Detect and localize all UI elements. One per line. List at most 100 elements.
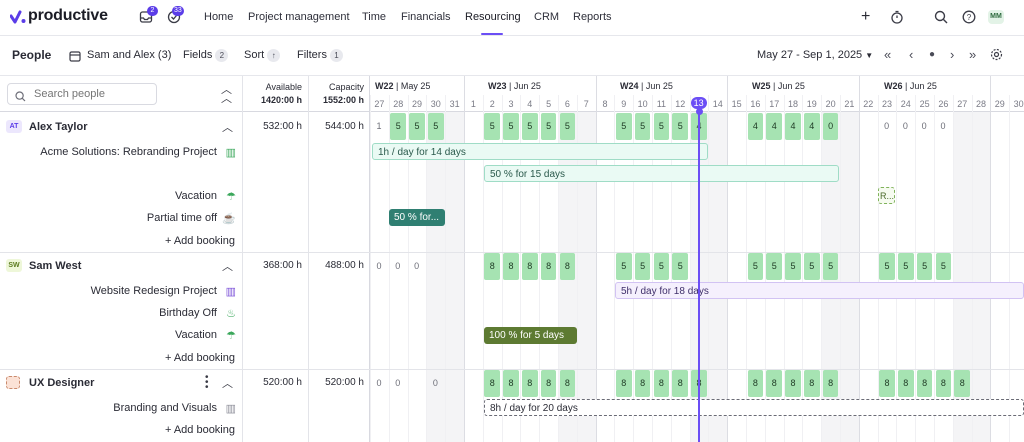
plus-icon[interactable]: + (861, 9, 870, 25)
daily-hours-cell[interactable]: 8 (503, 253, 519, 280)
booking-bar[interactable]: 1h / day for 14 days (372, 143, 708, 160)
daily-hours-cell[interactable]: 5 (935, 253, 952, 280)
available-column-header[interactable]: Available 1420:00 h (243, 82, 302, 105)
daily-hours-cell[interactable]: 5 (540, 113, 557, 140)
daily-hours-cell[interactable]: 4 (803, 113, 820, 140)
daily-hours-cell[interactable]: 8 (521, 253, 538, 280)
assignment-row-label[interactable]: Acme Solutions: Rebranding Project ▥ (0, 146, 236, 160)
person-name[interactable]: Sam West (29, 260, 81, 272)
assignment-row-label[interactable]: Birthday Off ♨ (0, 307, 236, 321)
search-icon[interactable] (934, 10, 948, 29)
assignment-row-label[interactable]: Website Redesign Project ▥ (0, 285, 236, 299)
chevron-right-icon[interactable]: › (950, 47, 954, 62)
logo-text[interactable]: productive (28, 7, 108, 25)
booking-bar[interactable]: 50 % for... (389, 209, 445, 226)
daily-hours-cell[interactable]: 8 (935, 370, 952, 397)
collapse-person-icon[interactable]: ︿ (222, 258, 233, 274)
daily-hours-cell[interactable]: 4 (785, 113, 801, 140)
saved-view-selector[interactable]: Sam and Alex (3) (87, 49, 171, 61)
daily-hours-cell[interactable]: 8 (484, 370, 501, 397)
search-people-field[interactable] (7, 83, 157, 105)
daily-hours-cell[interactable]: 8 (503, 370, 519, 397)
nav-reports[interactable]: Reports (573, 11, 612, 23)
nav-home[interactable]: Home (204, 11, 233, 23)
help-icon[interactable]: ? (962, 10, 976, 29)
collapse-person-icon[interactable]: ︿ (222, 119, 233, 135)
daily-hours-cell[interactable]: 5 (484, 113, 501, 140)
nav-crm[interactable]: CRM (534, 11, 559, 23)
daily-hours-cell[interactable]: 8 (559, 253, 576, 280)
daily-hours-cell[interactable]: 5 (672, 253, 689, 280)
booking-bar[interactable]: 50 % for 15 days (484, 165, 839, 182)
nav-time[interactable]: Time (362, 11, 386, 23)
daily-hours-cell[interactable]: 8 (521, 370, 538, 397)
daily-hours-cell[interactable]: 8 (916, 370, 933, 397)
assignment-row-label[interactable]: Vacation ☂ (0, 329, 236, 343)
daily-hours-cell[interactable]: 5 (615, 113, 632, 140)
daily-hours-cell[interactable]: 8 (822, 370, 839, 397)
daily-hours-cell[interactable]: 5 (559, 113, 576, 140)
daily-hours-cell[interactable]: 4 (747, 113, 764, 140)
collapse-person-icon[interactable]: ︿ (222, 375, 233, 391)
timer-icon[interactable] (890, 10, 904, 29)
daily-hours-cell[interactable]: 5 (747, 253, 764, 280)
more-options-icon[interactable]: • • • (205, 373, 209, 393)
daily-hours-cell[interactable]: 5 (653, 253, 670, 280)
fields-button[interactable]: Fields 2 (183, 49, 229, 62)
daily-hours-cell[interactable]: 5 (503, 113, 519, 140)
user-avatar[interactable]: MM (988, 10, 1004, 24)
daily-hours-cell[interactable]: 5 (634, 113, 651, 140)
daily-hours-cell[interactable]: 8 (615, 370, 632, 397)
daily-hours-cell[interactable]: 8 (559, 370, 576, 397)
daily-hours-cell[interactable]: 5 (427, 113, 444, 140)
date-range-picker[interactable]: May 27 - Sep 1, 2025 ▼ (757, 49, 873, 61)
daily-hours-cell[interactable]: 5 (803, 253, 820, 280)
daily-hours-cell[interactable]: 5 (615, 253, 632, 280)
daily-hours-cell[interactable]: 8 (540, 370, 557, 397)
add-booking-link[interactable]: + Add booking (130, 424, 235, 436)
daily-hours-cell[interactable]: 5 (879, 253, 895, 280)
assignment-row-label[interactable]: Partial time off ☕ (0, 212, 236, 226)
booking-bar[interactable]: 8h / day for 20 days (484, 399, 1024, 416)
today-dot-icon[interactable]: ● (929, 49, 935, 60)
capacity-column-header[interactable]: Capacity 1552:00 h (309, 82, 364, 105)
daily-hours-cell[interactable]: 8 (954, 370, 971, 397)
calendar-view-icon[interactable] (69, 49, 81, 67)
productive-logo-icon[interactable] (9, 10, 26, 29)
double-chevron-left-icon[interactable]: « (884, 47, 891, 62)
daily-hours-cell[interactable]: 5 (521, 113, 538, 140)
daily-hours-cell[interactable]: 8 (653, 370, 670, 397)
daily-hours-cell[interactable]: 5 (672, 113, 689, 140)
settings-gear-icon[interactable] (990, 48, 1003, 66)
daily-hours-cell[interactable]: 5 (390, 113, 407, 140)
daily-hours-cell[interactable]: 8 (634, 370, 651, 397)
add-booking-link[interactable]: + Add booking (130, 235, 235, 247)
daily-hours-cell[interactable]: 8 (879, 370, 895, 397)
daily-hours-cell[interactable]: 5 (766, 253, 783, 280)
daily-hours-cell[interactable]: 5 (897, 253, 914, 280)
daily-hours-cell[interactable]: 5 (785, 253, 801, 280)
daily-hours-cell[interactable]: 5 (916, 253, 933, 280)
double-chevron-right-icon[interactable]: » (969, 47, 976, 62)
daily-hours-cell[interactable]: 8 (540, 253, 557, 280)
filters-button[interactable]: Filters 1 (297, 49, 343, 62)
daily-hours-cell[interactable]: 5 (653, 113, 670, 140)
nav-financials[interactable]: Financials (401, 11, 451, 23)
daily-hours-cell[interactable]: 4 (766, 113, 783, 140)
nav-project-management[interactable]: Project management (248, 11, 350, 23)
chevron-left-icon[interactable]: ‹ (909, 47, 913, 62)
add-booking-link[interactable]: + Add booking (130, 352, 235, 364)
daily-hours-cell[interactable]: 5 (634, 253, 651, 280)
booking-bar[interactable]: R... (878, 187, 895, 204)
booking-bar[interactable]: 100 % for 5 days (484, 327, 577, 344)
daily-hours-cell[interactable]: 0 (822, 113, 839, 140)
daily-hours-cell[interactable]: 8 (672, 370, 689, 397)
daily-hours-cell[interactable]: 5 (409, 113, 425, 140)
daily-hours-cell[interactable]: 8 (484, 253, 501, 280)
daily-hours-cell[interactable]: 8 (785, 370, 801, 397)
sort-button[interactable]: Sort ↑ (244, 49, 281, 62)
booking-bar[interactable]: 5h / day for 18 days (615, 282, 1024, 299)
daily-hours-cell[interactable]: 8 (766, 370, 783, 397)
daily-hours-cell[interactable]: 8 (897, 370, 914, 397)
assignment-row-label[interactable]: Branding and Visuals ▥ (0, 402, 236, 416)
